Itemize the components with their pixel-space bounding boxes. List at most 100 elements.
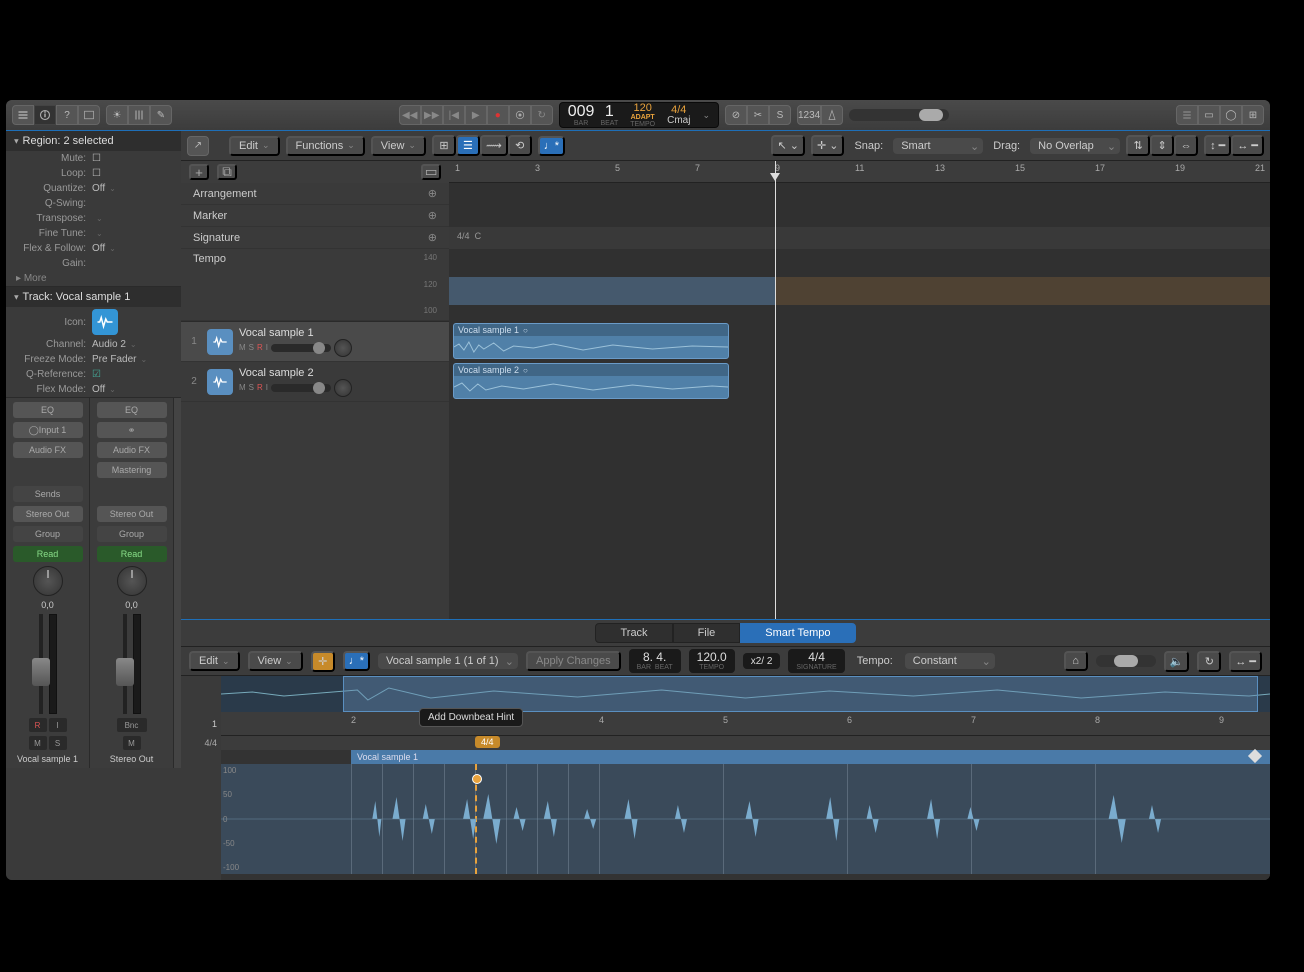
tab-file[interactable]: File bbox=[673, 623, 741, 643]
play-button[interactable]: ▶ bbox=[465, 105, 487, 125]
st-volume-slider[interactable] bbox=[1096, 655, 1156, 667]
metronome-button[interactable] bbox=[821, 105, 843, 125]
automation-button[interactable]: Read bbox=[97, 546, 167, 562]
st-metronome-button[interactable]: ⌂ bbox=[1064, 651, 1088, 671]
qref-checkbox[interactable]: ☑ bbox=[86, 369, 171, 380]
st-tool-2[interactable]: ♩* bbox=[343, 651, 370, 671]
loop-browser-button[interactable]: ◯ bbox=[1220, 105, 1242, 125]
tempo-region-2[interactable] bbox=[775, 277, 1270, 305]
audio-region-1[interactable]: Vocal sample 1 bbox=[453, 323, 729, 359]
toolbar-button[interactable] bbox=[78, 105, 100, 125]
mixer-button[interactable] bbox=[128, 105, 150, 125]
group-slot[interactable]: Group bbox=[97, 526, 167, 542]
solo-button[interactable]: S bbox=[769, 105, 791, 125]
eq-button[interactable]: EQ bbox=[13, 402, 83, 418]
track-volume-slider[interactable] bbox=[271, 384, 331, 392]
notepad-button[interactable]: ▭ bbox=[1198, 105, 1220, 125]
automation-button[interactable]: Read bbox=[13, 546, 83, 562]
hzoom-slider[interactable]: ↔ ━ bbox=[1231, 135, 1264, 156]
flexfollow-select[interactable]: Off bbox=[86, 243, 171, 254]
transpose-field[interactable] bbox=[86, 213, 171, 224]
automation-view-button[interactable]: ☰ bbox=[456, 135, 480, 156]
drag-select[interactable]: No Overlap bbox=[1030, 138, 1120, 154]
mute-checkbox[interactable]: ☐ bbox=[86, 153, 171, 164]
track-header-1[interactable]: 1 Vocal sample 1 MSRI bbox=[181, 322, 449, 362]
more-disclosure[interactable]: ▸ More bbox=[6, 271, 181, 286]
autopunch-button[interactable]: ✂ bbox=[747, 105, 769, 125]
audiofx-slot[interactable]: Audio FX bbox=[13, 442, 83, 458]
pan-knob[interactable] bbox=[33, 566, 63, 596]
eq-button[interactable]: EQ bbox=[97, 402, 167, 418]
link-button[interactable]: ⚭ bbox=[97, 422, 167, 438]
vzoom-button[interactable]: ⇕ bbox=[1150, 135, 1174, 156]
pointer-tool-button[interactable]: ↖ ⌄ bbox=[771, 135, 805, 156]
lcd-display[interactable]: 009BAR 1BEAT 120ADAPTTEMPO 4/4Cmaj ⌄ bbox=[559, 102, 719, 128]
audiofx-slot[interactable]: Audio FX bbox=[97, 442, 167, 458]
tempo-track-header[interactable]: Tempo140120100 bbox=[181, 249, 449, 321]
st-speaker-button[interactable]: 🔈 bbox=[1164, 651, 1190, 672]
mastering-slot[interactable]: Mastering bbox=[97, 462, 167, 478]
smart-tempo-waveform[interactable]: 100 50 0 -50 -100 bbox=[221, 764, 1270, 874]
track-icon[interactable] bbox=[207, 369, 233, 395]
add-track-button[interactable]: + bbox=[189, 164, 209, 180]
secondary-tool-button[interactable]: ✛ ⌄ bbox=[811, 135, 845, 156]
volume-fader[interactable] bbox=[123, 614, 127, 714]
group-slot[interactable]: Group bbox=[13, 526, 83, 542]
record-button[interactable]: ● bbox=[487, 105, 509, 125]
countin-button[interactable]: 1234 bbox=[797, 105, 821, 125]
region-select[interactable]: Vocal sample 1 (1 of 1) bbox=[378, 653, 518, 669]
loop-view-button[interactable]: ⟲ bbox=[508, 135, 532, 156]
freeze-select[interactable]: Pre Fader bbox=[86, 354, 171, 365]
browser-button[interactable]: ⊞ bbox=[1242, 105, 1264, 125]
scale-buttons[interactable]: x2/ 2 bbox=[743, 653, 781, 669]
signature-badge[interactable]: 4/4 bbox=[475, 736, 500, 748]
hzoom-button[interactable]: ⇔ bbox=[1174, 135, 1198, 156]
view-menu[interactable]: View ⌄ bbox=[371, 136, 426, 156]
pan-knob[interactable] bbox=[117, 566, 147, 596]
smart-tempo-ruler[interactable]: 2 3 4 5 6 7 8 9 bbox=[221, 712, 1270, 736]
volume-fader[interactable] bbox=[39, 614, 43, 714]
st-cycle-button[interactable]: ↻ bbox=[1197, 651, 1221, 672]
arrange-timeline[interactable]: 1 3 5 7 9 11 13 15 17 19 21 4/4 C bbox=[449, 161, 1270, 619]
st-view-menu[interactable]: View ⌄ bbox=[248, 651, 303, 671]
waveform-overview[interactable] bbox=[221, 676, 1270, 712]
global-tracks-button[interactable]: ▭ bbox=[421, 164, 441, 180]
signature-track-header[interactable]: Signature⊕ bbox=[181, 227, 449, 249]
cycle-button[interactable]: ↻ bbox=[531, 105, 553, 125]
track-icon[interactable] bbox=[207, 329, 233, 355]
bar-ruler[interactable]: 1 3 5 7 9 11 13 15 17 19 21 bbox=[449, 161, 1270, 183]
loop-checkbox[interactable]: ☐ bbox=[86, 168, 171, 179]
track-volume-slider[interactable] bbox=[271, 344, 331, 352]
capture-button[interactable] bbox=[509, 105, 531, 125]
audio-region-2[interactable]: Vocal sample 2 bbox=[453, 363, 729, 399]
add-signature-button[interactable]: ⊕ bbox=[428, 231, 437, 244]
tempo-mode-select[interactable]: Constant bbox=[905, 653, 995, 669]
tab-smart-tempo[interactable]: Smart Tempo bbox=[740, 623, 855, 643]
playhead[interactable] bbox=[775, 161, 776, 619]
st-hzoom-slider[interactable]: ↔ ━ bbox=[1229, 651, 1262, 672]
output-slot[interactable]: Stereo Out bbox=[97, 506, 167, 522]
output-slot[interactable]: Stereo Out bbox=[13, 506, 83, 522]
tempo-region[interactable] bbox=[449, 277, 775, 305]
smartcontrols-button[interactable]: ☀ bbox=[106, 105, 128, 125]
tab-track[interactable]: Track bbox=[595, 623, 672, 643]
region-inspector-header[interactable]: ▸Region: 2 selected bbox=[6, 131, 181, 151]
edit-menu[interactable]: Edit ⌄ bbox=[229, 136, 280, 156]
finetune-field[interactable] bbox=[86, 228, 171, 239]
flexmode-select[interactable]: Off bbox=[86, 384, 171, 395]
flex-view-button[interactable]: ⟿ bbox=[480, 135, 508, 156]
apply-changes-button[interactable]: Apply Changes bbox=[526, 651, 621, 671]
quickhelp-button[interactable]: ? bbox=[56, 105, 78, 125]
waveform-zoom-button[interactable]: ⇅ bbox=[1126, 135, 1150, 156]
track-header-2[interactable]: 2 Vocal sample 2 MSRI bbox=[181, 362, 449, 402]
master-volume-slider[interactable] bbox=[849, 109, 949, 121]
quantize-select[interactable]: Off bbox=[86, 183, 171, 194]
catch-button[interactable]: ↗ bbox=[187, 136, 209, 156]
editors-button[interactable]: ✎ bbox=[150, 105, 172, 125]
marker-track-header[interactable]: Marker⊕ bbox=[181, 205, 449, 227]
input-slot[interactable]: ◯ Input 1 bbox=[13, 422, 83, 438]
sends-slot[interactable]: Sends bbox=[13, 486, 83, 502]
vzoom-slider[interactable]: ↕ ━ bbox=[1204, 135, 1231, 156]
library-button[interactable] bbox=[12, 105, 34, 125]
forward-button[interactable]: ▶▶ bbox=[421, 105, 443, 125]
